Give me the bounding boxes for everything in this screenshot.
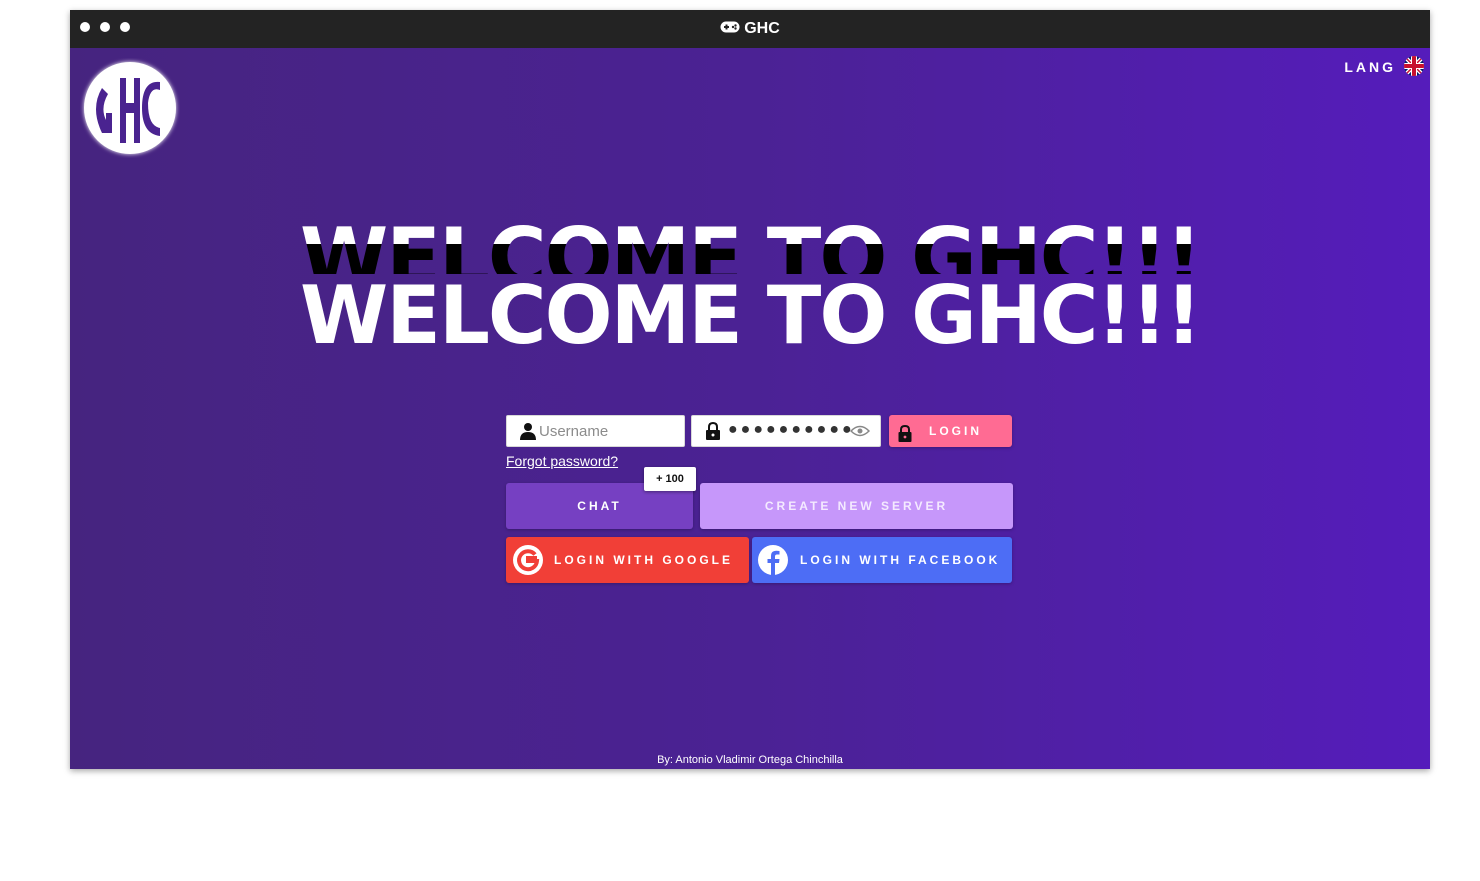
language-selector[interactable]: LANG <box>1344 55 1424 79</box>
google-icon <box>512 544 544 595</box>
password-field[interactable]: ●●●●●●●●●● <box>691 415 881 447</box>
window-title-text: GHC <box>744 20 780 38</box>
facebook-icon <box>757 544 789 595</box>
headline-text-white-slice: WELCOME TO GHC!!! <box>70 218 1430 244</box>
facebook-login-button[interactable]: LOGIN WITH FACEBOOK <box>752 537 1012 583</box>
app-window: GHC LANG WELCOME TO GHC!!! Username ●●●●… <box>70 10 1430 769</box>
lang-label: LANG <box>1344 59 1396 75</box>
chat-button-label: CHAT <box>577 499 622 513</box>
username-field[interactable] <box>506 415 685 447</box>
headline-glitch-middle: WELCOME TO GHC!!! <box>70 244 1430 274</box>
login-lock-icon <box>898 422 912 454</box>
footer-credit: By: Antonio Vladimir Ortega Chinchilla <box>657 754 843 766</box>
forgot-password-link[interactable]: Forgot password? <box>506 453 618 469</box>
headline-text-black-slice: WELCOME TO GHC!!! <box>70 244 1430 274</box>
create-server-label: CREATE NEW SERVER <box>764 499 949 513</box>
headline-glitch-top: WELCOME TO GHC!!! <box>70 218 1430 244</box>
chat-count-badge: + 100 <box>644 467 696 491</box>
google-login-label: LOGIN WITH GOOGLE <box>554 553 733 567</box>
gamepad-icon <box>720 10 740 48</box>
google-login-button[interactable]: LOGIN WITH GOOGLE <box>506 537 749 583</box>
title-bar: GHC <box>70 10 1430 48</box>
window-title: GHC <box>70 10 1430 48</box>
password-input[interactable]: ●●●●●●●●●● <box>728 421 855 439</box>
ghc-logo <box>80 58 180 158</box>
headline-main: WELCOME TO GHC!!! <box>70 274 1430 364</box>
page-headline: WELCOME TO GHC!!! <box>300 274 1202 362</box>
username-input[interactable] <box>539 420 669 442</box>
show-password-eye-icon[interactable] <box>849 424 871 442</box>
login-button[interactable]: LOGIN <box>889 415 1012 447</box>
uk-flag-icon <box>1404 55 1424 79</box>
lock-icon <box>705 421 721 445</box>
create-server-button[interactable]: CREATE NEW SERVER <box>700 483 1013 529</box>
user-icon <box>519 422 537 445</box>
login-button-label: LOGIN <box>929 424 982 438</box>
facebook-login-label: LOGIN WITH FACEBOOK <box>800 553 1001 567</box>
main-content: LANG WELCOME TO GHC!!! Username ●●●●●●●●… <box>70 48 1430 769</box>
